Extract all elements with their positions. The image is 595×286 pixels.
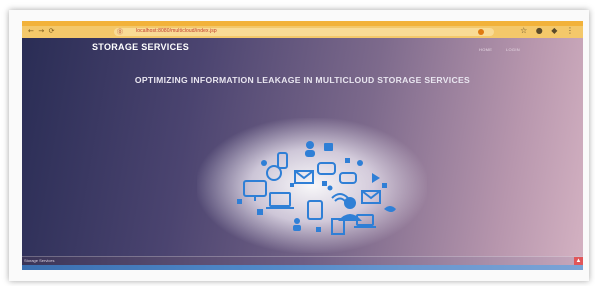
user-icon (306, 141, 314, 149)
lock-icon (324, 143, 333, 151)
cloud-network-illustration (237, 141, 396, 235)
back-forward-reload-icons[interactable]: ← → ⟳ (28, 27, 55, 35)
address-bar: ← → ⟳ ⓪ localhost:8080/multicloud/index.… (22, 26, 583, 38)
laptop-icon (269, 192, 291, 207)
page-info-icon[interactable]: ⓪ (117, 27, 123, 36)
monitor-icon (243, 180, 267, 197)
phone-icon (277, 152, 288, 169)
extension-icon[interactable] (478, 29, 484, 35)
taskbar-strip (22, 265, 583, 270)
play-icon (372, 173, 380, 183)
toolbar-icons[interactable]: ☆ ● ◆ ⋮ (520, 26, 577, 35)
page-headline: OPTIMIZING INFORMATION LEAKAGE IN MULTIC… (134, 75, 471, 85)
footer-text: Storage Services (24, 258, 55, 263)
document-icon (331, 218, 345, 235)
bird-icon (384, 206, 396, 212)
nav-link-home[interactable]: HOME (479, 47, 492, 52)
globe-icon (266, 165, 282, 181)
arrow-up-icon: ▲ (575, 258, 582, 264)
url-text: localhost:8080/multicloud/index.jsp (136, 28, 217, 34)
browser-window: ← → ⟳ ⓪ localhost:8080/multicloud/index.… (22, 21, 583, 270)
nav-link-login[interactable]: LOGIN (506, 47, 520, 52)
brand-title[interactable]: STORAGE SERVICES (92, 42, 189, 52)
url-field[interactable]: ⓪ localhost:8080/multicloud/index.jsp (114, 28, 494, 36)
tablet-icon (307, 200, 323, 220)
page-viewport: STORAGE SERVICES HOME LOGIN OPTIMIZING I… (22, 38, 583, 270)
chat-icon (317, 162, 336, 175)
